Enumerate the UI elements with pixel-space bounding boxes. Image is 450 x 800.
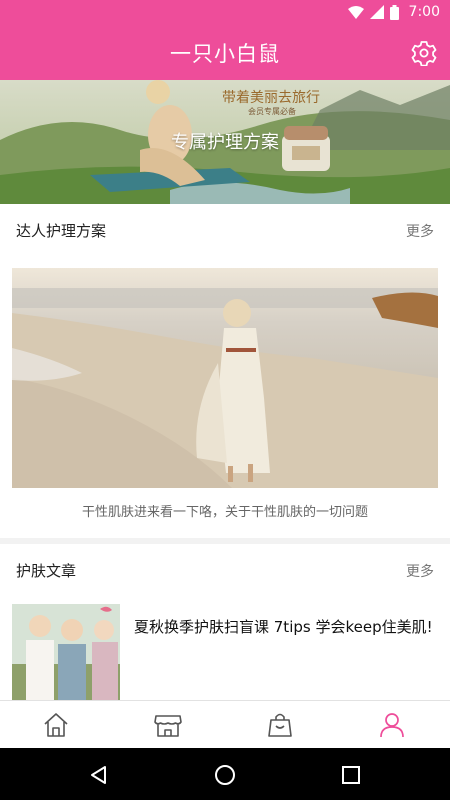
- app-title: 一只小白鼠: [170, 42, 280, 66]
- home-button[interactable]: [212, 762, 238, 788]
- list-item[interactable]: 夏秋换季护肤扫盲课 7tips 学会keep住美肌!: [0, 596, 450, 700]
- settings-button[interactable]: [406, 36, 442, 70]
- feature-caption: 干性肌肤进来看一下咯，关于干性肌肤的一切问题: [81, 505, 368, 520]
- article-title: 夏秋换季护肤扫盲课 7tips 学会keep住美肌!: [134, 618, 433, 636]
- banner-title: 专属护理方案: [171, 132, 279, 153]
- nav-home[interactable]: [36, 707, 76, 743]
- section-header-articles: 护肤文章 更多: [0, 544, 450, 596]
- recents-button[interactable]: [338, 762, 364, 788]
- app-bar: 一只小白鼠: [0, 26, 450, 80]
- feature-image: [12, 268, 438, 488]
- battery-icon: [389, 4, 399, 20]
- status-time: 7:00: [408, 4, 440, 20]
- article-list: 夏秋换季护肤扫盲课 7tips 学会keep住美肌!: [0, 596, 450, 700]
- article-thumbnail: [12, 604, 120, 700]
- store-icon: [154, 715, 182, 737]
- signal-icon: [369, 5, 384, 19]
- section-title: 达人护理方案: [16, 222, 107, 240]
- home-circle-icon: [215, 765, 235, 785]
- bottom-nav: [0, 700, 450, 748]
- banner[interactable]: 带着美丽去旅行 会员专属必备 专属护理方案: [0, 80, 450, 204]
- wifi-icon: [347, 6, 364, 19]
- banner-slogan: 带着美丽去旅行: [222, 90, 320, 106]
- banner-slogan-sub: 会员专属必备: [248, 107, 296, 116]
- nav-profile[interactable]: [372, 707, 412, 743]
- more-link[interactable]: 更多: [406, 561, 434, 581]
- shopping-bag-icon: [268, 713, 292, 737]
- feature-card[interactable]: 干性肌肤进来看一下咯，关于干性肌肤的一切问题: [0, 256, 450, 538]
- status-bar: 7:00: [0, 0, 450, 26]
- profile-icon: [380, 713, 404, 738]
- nav-shop[interactable]: [260, 707, 300, 743]
- gear-icon: [411, 41, 437, 66]
- section-header-plans: 达人护理方案 更多: [0, 204, 450, 256]
- recents-icon: [342, 766, 360, 784]
- beach-image: [12, 268, 438, 488]
- system-nav-bar: [0, 748, 450, 800]
- home-icon: [44, 713, 68, 737]
- section-title: 护肤文章: [16, 562, 77, 580]
- more-link[interactable]: 更多: [406, 221, 434, 241]
- nav-store[interactable]: [148, 707, 188, 743]
- back-icon: [91, 766, 106, 784]
- back-button[interactable]: [86, 762, 112, 788]
